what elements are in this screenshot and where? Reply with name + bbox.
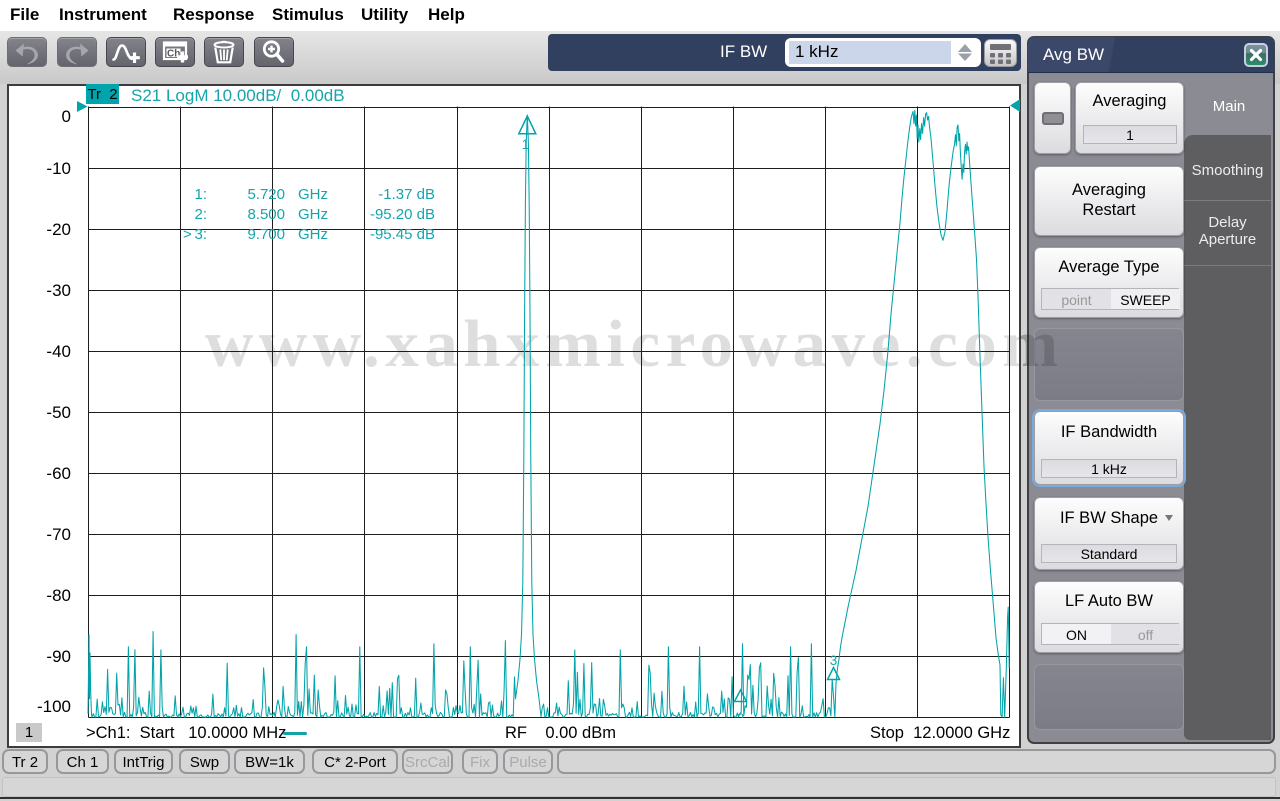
svg-text:1: 1 bbox=[522, 137, 530, 152]
svg-text:3: 3 bbox=[830, 653, 838, 668]
